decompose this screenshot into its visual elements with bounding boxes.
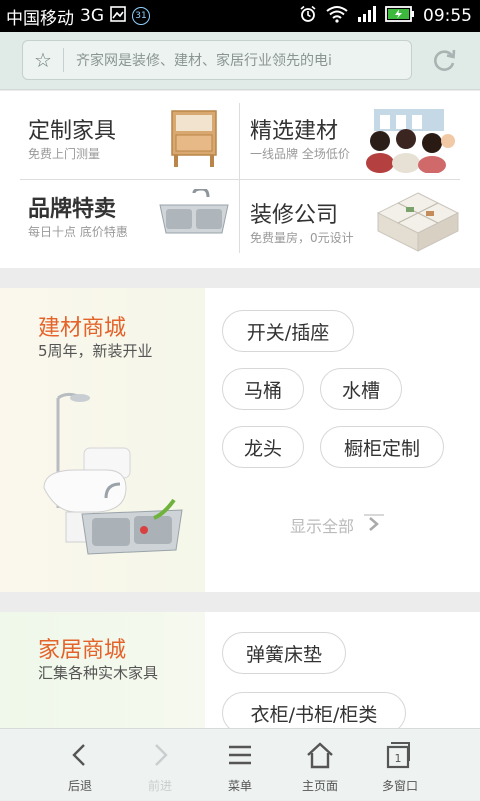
furniture-cabinet-image <box>168 109 220 173</box>
bathroom-products-image <box>36 388 186 562</box>
refresh-icon[interactable] <box>430 46 458 74</box>
calendar-badge-icon: 31 <box>132 7 150 25</box>
section-subtitle: 汇集各种实木家具 <box>38 664 159 682</box>
forward-icon <box>140 739 180 771</box>
category-grid: 定制家具 免费上门测量 精选建材 一线品牌 全场低价 品牌特卖 每日十点 底价特… <box>0 91 480 268</box>
home-label: 主页面 <box>301 779 338 793</box>
battery-icon <box>385 5 415 28</box>
back-label: 后退 <box>67 779 92 793</box>
windows-icon: 1 <box>380 739 420 771</box>
signal-icon <box>357 5 377 28</box>
tag-toilet[interactable]: 马桶 <box>222 368 304 410</box>
show-all-label: 显示全部 <box>290 517 355 536</box>
clock-time: 09:55 <box>423 6 472 26</box>
tag-switch-socket[interactable]: 开关/插座 <box>222 310 354 352</box>
bookmark-star-icon[interactable]: ☆ <box>23 48 63 72</box>
carrier-label: 中国移动 <box>6 8 74 29</box>
people-group-image <box>360 107 456 177</box>
building-materials-section: 建材商城 5周年，新装开业 开关/插座 马桶 水槽 龙头 橱柜定制 显示全部 <box>0 288 480 592</box>
category-subtitle: 每日十点 底价特惠 <box>28 225 128 239</box>
tag-spring-mattress[interactable]: 弹簧床垫 <box>222 632 346 674</box>
browser-toolbar: ☆ 齐家网是装修、建材、家居行业领先的电i <box>0 32 480 90</box>
show-all-link[interactable]: 显示全部 <box>290 512 386 538</box>
wifi-icon <box>325 5 349 28</box>
menu-button[interactable]: 菜单 <box>200 729 280 801</box>
home-furnishing-section: 家居商城 汇集各种实木家具 弹簧床垫 衣柜/书柜/柜类 <box>0 612 480 734</box>
category-building-materials[interactable]: 精选建材 一线品牌 全场低价 <box>240 91 480 179</box>
tag-faucet[interactable]: 龙头 <box>222 426 304 468</box>
kitchen-sink-image <box>158 187 230 241</box>
back-button[interactable]: 后退 <box>40 729 120 801</box>
category-custom-furniture[interactable]: 定制家具 免费上门测量 <box>0 91 240 179</box>
windows-button[interactable]: 1 多窗口 <box>360 729 440 801</box>
tag-custom-cabinet[interactable]: 橱柜定制 <box>320 426 444 468</box>
window-count: 1 <box>395 752 402 765</box>
address-bar[interactable]: ☆ 齐家网是装修、建材、家居行业领先的电i <box>22 40 412 80</box>
tag-sink[interactable]: 水槽 <box>320 368 402 410</box>
category-title: 品牌特卖 <box>28 197 117 222</box>
section-subtitle: 5周年，新装开业 <box>38 342 153 360</box>
status-bar: 中国移动 3G 31 09:55 <box>0 0 480 32</box>
category-title: 精选建材 <box>250 119 339 144</box>
section-title[interactable]: 家居商城 <box>38 632 126 664</box>
home-icon <box>300 739 340 771</box>
category-title: 装修公司 <box>250 203 339 228</box>
menu-label: 菜单 <box>227 779 252 793</box>
bottom-navigation: 后退 前进 菜单 主页面 1 多窗口 <box>0 728 480 800</box>
category-title: 定制家具 <box>28 119 117 144</box>
category-subtitle: 一线品牌 全场低价 <box>250 147 350 161</box>
section-title[interactable]: 建材商城 <box>38 310 126 342</box>
image-notification-icon <box>110 5 126 27</box>
category-subtitle: 免费上门测量 <box>28 147 101 161</box>
home-button[interactable]: 主页面 <box>280 729 360 801</box>
alarm-icon <box>299 5 317 28</box>
back-icon <box>60 739 100 771</box>
address-text[interactable]: 齐家网是装修、建材、家居行业领先的电i <box>64 50 411 70</box>
chevron-right-icon <box>362 512 386 538</box>
forward-label: 前进 <box>147 779 172 793</box>
category-subtitle: 免费量房，0元设计 <box>250 231 354 245</box>
menu-icon <box>220 739 260 771</box>
floor-plan-3d-image <box>376 189 460 259</box>
network-label: 3G <box>80 6 104 26</box>
windows-label: 多窗口 <box>381 779 418 793</box>
category-brand-sale[interactable]: 品牌特卖 每日十点 底价特惠 <box>0 179 240 267</box>
forward-button[interactable]: 前进 <box>120 729 200 801</box>
category-decoration-company[interactable]: 装修公司 免费量房，0元设计 <box>240 179 480 267</box>
